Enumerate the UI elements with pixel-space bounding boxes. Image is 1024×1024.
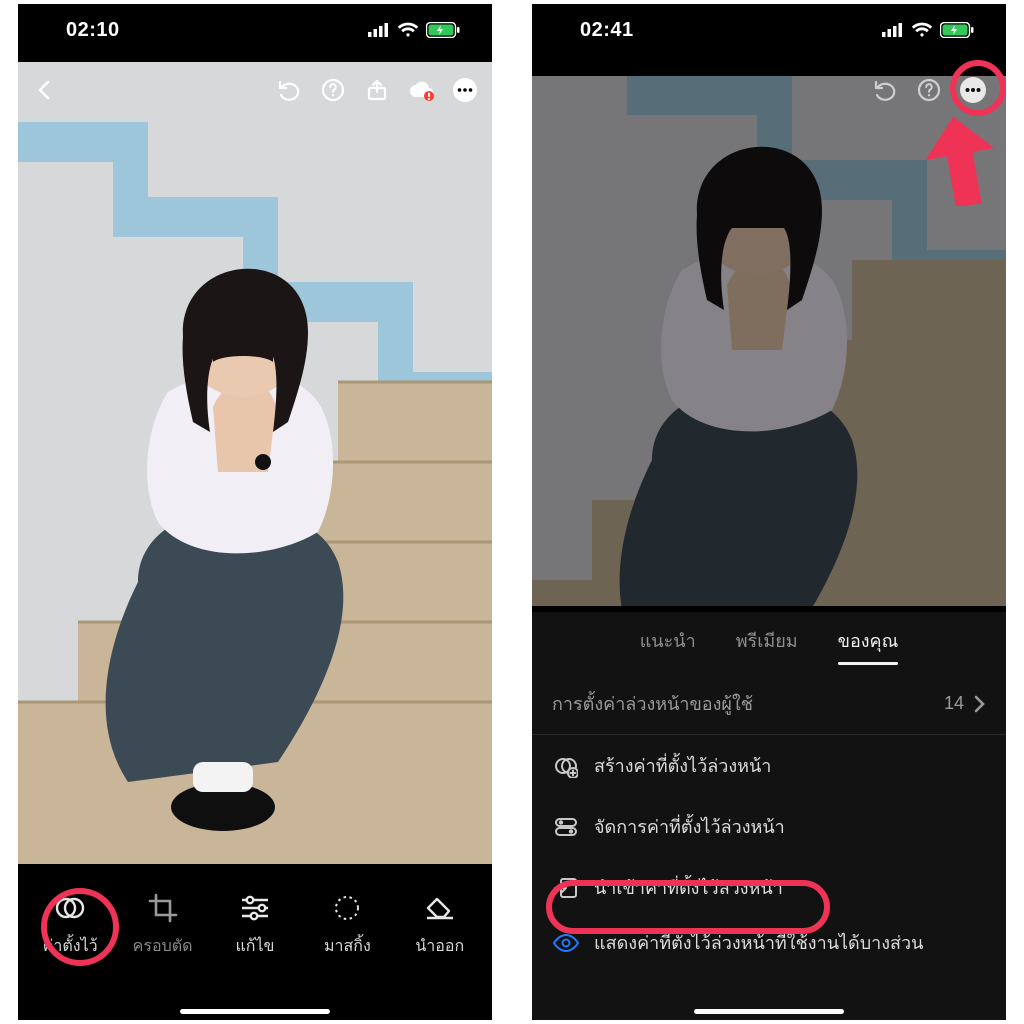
status-time: 02:41 xyxy=(580,19,634,42)
status-icons xyxy=(882,22,974,38)
tool-remove[interactable]: นำออก xyxy=(395,888,485,959)
manage-presets-label: จัดการค่าที่ตั้งไว้ล่วงหน้า xyxy=(594,812,986,841)
cellular-icon xyxy=(882,23,904,37)
share-icon[interactable] xyxy=(362,75,392,105)
tool-edit[interactable]: แก้ไข xyxy=(210,888,300,959)
phone-right: 02:41 xyxy=(532,4,1006,1020)
presets-panel: แนะนำ พรีเมียม ของคุณ การตั้งค่าล่วงหน้า… xyxy=(532,612,1006,1020)
tab-recommend[interactable]: แนะนำ xyxy=(640,626,696,663)
row-user-presets[interactable]: การตั้งค่าล่วงหน้าของผู้ใช้ 14 xyxy=(532,673,1006,734)
undo-icon[interactable] xyxy=(870,75,900,105)
tool-label: ครอบตัด xyxy=(133,934,193,959)
eraser-icon xyxy=(420,888,460,928)
eye-icon xyxy=(552,934,580,952)
tab-yours[interactable]: ของคุณ xyxy=(838,626,899,663)
status-time: 02:10 xyxy=(66,19,120,42)
manage-presets-icon xyxy=(552,818,580,836)
create-preset-icon xyxy=(552,754,580,778)
photo-canvas[interactable] xyxy=(18,62,492,864)
photo-illustration xyxy=(18,62,492,864)
tab-premium[interactable]: พรีเมียม xyxy=(736,626,798,663)
create-preset-label: สร้างค่าที่ตั้งไว้ล่วงหน้า xyxy=(594,751,986,780)
status-bar: 02:41 xyxy=(532,4,1006,56)
chevron-right-icon xyxy=(974,695,986,713)
wifi-icon xyxy=(397,22,419,38)
home-indicator[interactable] xyxy=(694,1009,844,1014)
top-toolbar xyxy=(18,68,492,112)
help-icon[interactable] xyxy=(914,75,944,105)
cloud-alert-icon[interactable] xyxy=(406,75,436,105)
wifi-icon xyxy=(911,22,933,38)
battery-charging-icon xyxy=(426,22,460,38)
home-indicator[interactable] xyxy=(180,1009,330,1014)
annotation-circle-more xyxy=(950,60,1006,116)
cellular-icon xyxy=(368,23,390,37)
crop-icon xyxy=(143,888,183,928)
panel-tabs: แนะนำ พรีเมียม ของคุณ xyxy=(532,612,1006,673)
phone-left: 02:10 xyxy=(18,4,492,1020)
tool-label: แก้ไข xyxy=(235,934,274,959)
masking-icon xyxy=(327,888,367,928)
user-presets-label: การตั้งค่าล่วงหน้าของผู้ใช้ xyxy=(552,689,944,718)
annotation-arrow xyxy=(916,116,996,206)
back-button[interactable] xyxy=(30,75,60,105)
annotation-highlight-import xyxy=(546,880,830,934)
status-bar: 02:10 xyxy=(18,4,492,56)
row-create-preset[interactable]: สร้างค่าที่ตั้งไว้ล่วงหน้า xyxy=(532,735,1006,796)
tool-crop[interactable]: ครอบตัด xyxy=(118,888,208,959)
tool-masking[interactable]: มาสกิ้ง xyxy=(302,888,392,959)
user-presets-count: 14 xyxy=(944,693,964,714)
tool-label: นำออก xyxy=(415,934,464,959)
annotation-circle-presets xyxy=(41,888,119,966)
tool-label: มาสกิ้ง xyxy=(324,934,371,959)
status-icons xyxy=(368,22,460,38)
undo-icon[interactable] xyxy=(274,75,304,105)
battery-charging-icon xyxy=(940,22,974,38)
top-toolbar xyxy=(532,68,1006,112)
row-manage-presets[interactable]: จัดการค่าที่ตั้งไว้ล่วงหน้า xyxy=(532,796,1006,857)
more-icon[interactable] xyxy=(450,75,480,105)
sliders-icon xyxy=(235,888,275,928)
help-icon[interactable] xyxy=(318,75,348,105)
